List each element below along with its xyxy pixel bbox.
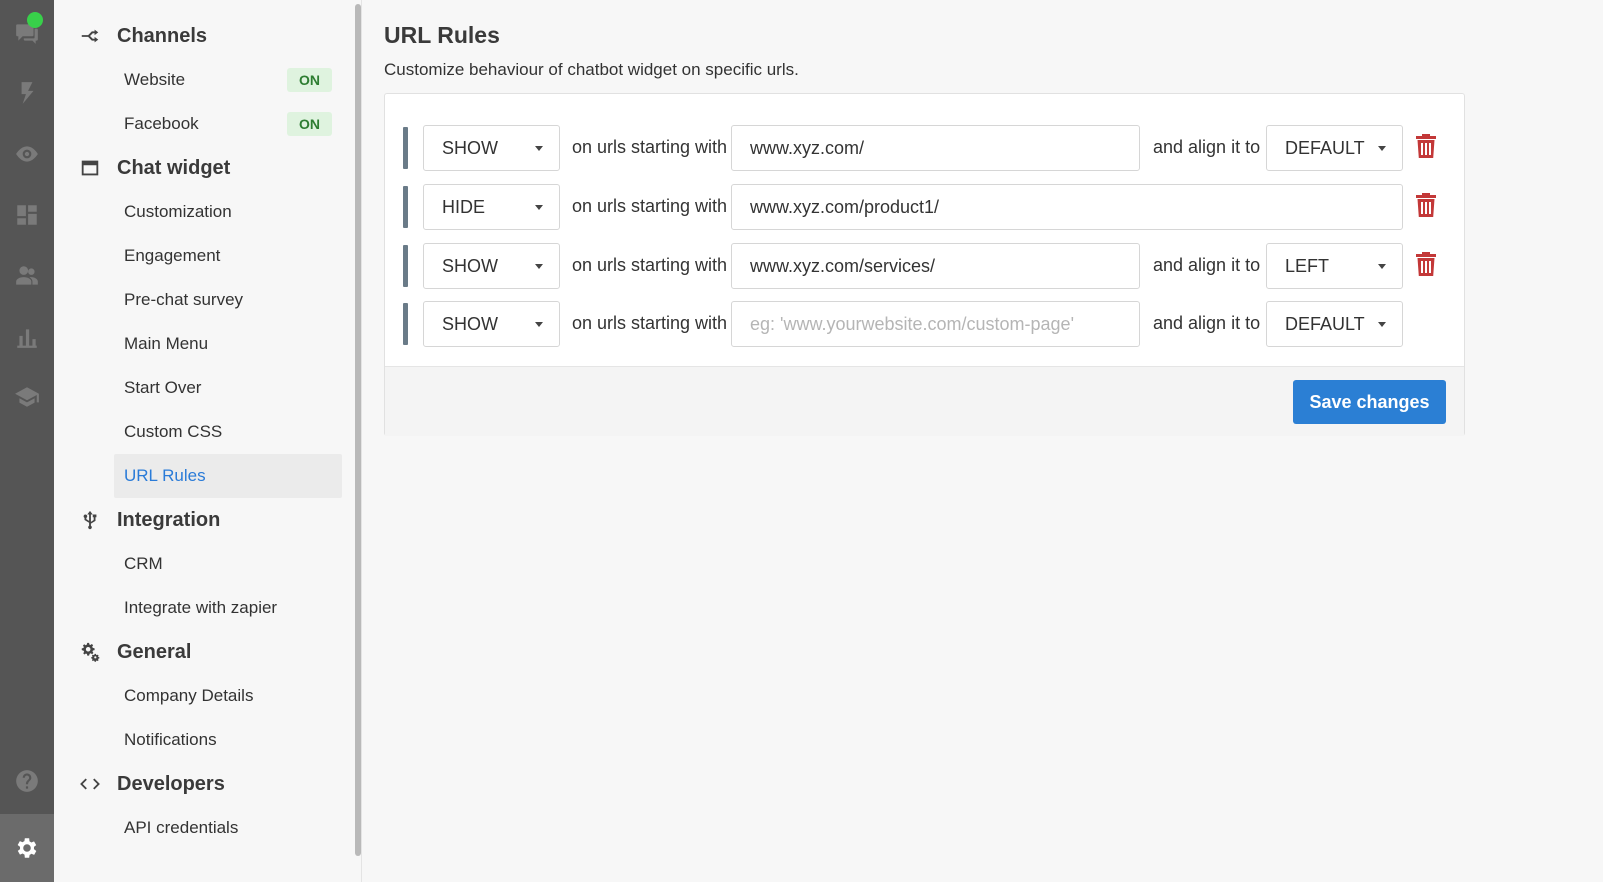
section-title: Channels xyxy=(117,24,208,47)
eye-icon[interactable] xyxy=(0,127,54,181)
action-select[interactable]: SHOW xyxy=(423,243,560,289)
sidebar-item-notifications[interactable]: Notifications xyxy=(114,718,342,762)
dashboard-icon[interactable] xyxy=(0,188,54,242)
connector-label: on urls starting with xyxy=(572,255,728,275)
status-badge: ON xyxy=(287,112,332,136)
caret-down-icon xyxy=(1378,146,1386,151)
selected-value: HIDE xyxy=(442,197,486,217)
code-icon xyxy=(78,772,102,796)
settings-sidebar: Channels Website ON Facebook ON Chat wid… xyxy=(54,0,362,882)
url-input[interactable] xyxy=(731,243,1140,289)
sidebar-item-custom-css[interactable]: Custom CSS xyxy=(114,410,342,454)
people-icon[interactable] xyxy=(0,249,54,303)
url-rule-row: SHOW on urls starting with and align it … xyxy=(403,301,1443,347)
action-select[interactable]: SHOW xyxy=(423,125,560,171)
gear-icon[interactable] xyxy=(0,814,54,882)
main-content: URL Rules Customize behaviour of chatbot… xyxy=(362,0,1603,882)
selected-value: DEFAULT xyxy=(1285,314,1365,334)
drag-handle[interactable] xyxy=(403,303,408,345)
align-label: and align it to xyxy=(1153,255,1261,275)
sidebar-item-pre-chat-survey[interactable]: Pre-chat survey xyxy=(114,278,342,322)
selected-value: LEFT xyxy=(1285,256,1330,276)
url-rule-row: SHOW on urls starting with and align it … xyxy=(403,243,1443,289)
sidebar-item-crm[interactable]: CRM xyxy=(114,542,342,586)
align-label: and align it to xyxy=(1153,313,1261,333)
online-status-dot xyxy=(27,12,43,28)
align-select[interactable]: DEFAULT xyxy=(1266,301,1403,347)
action-select[interactable]: HIDE xyxy=(423,184,560,230)
section-title: General xyxy=(117,640,192,663)
usb-icon xyxy=(78,508,102,532)
action-select[interactable]: SHOW xyxy=(423,301,560,347)
sidebar-item-url-rules[interactable]: URL Rules xyxy=(114,454,342,498)
url-rules-card: SHOW on urls starting with and align it … xyxy=(384,93,1465,436)
align-select[interactable]: DEFAULT xyxy=(1266,125,1403,171)
section-title: Integration xyxy=(117,508,221,531)
sidebar-item-website[interactable]: Website ON xyxy=(114,58,342,102)
sidebar-item-customization[interactable]: Customization xyxy=(114,190,342,234)
page-title: URL Rules xyxy=(384,22,500,48)
sidebar-item-zapier[interactable]: Integrate with zapier xyxy=(114,586,342,630)
sidebar-item-start-over[interactable]: Start Over xyxy=(114,366,342,410)
bar-chart-icon[interactable] xyxy=(0,310,54,364)
app: Channels Website ON Facebook ON Chat wid… xyxy=(0,0,1603,882)
selected-value: SHOW xyxy=(442,256,498,276)
help-icon[interactable] xyxy=(0,754,54,808)
sidebar-item-main-menu[interactable]: Main Menu xyxy=(114,322,342,366)
sidebar-item-label: Website xyxy=(124,70,186,89)
caret-down-icon xyxy=(535,264,543,269)
connector-label: on urls starting with xyxy=(572,196,728,216)
status-badge: ON xyxy=(287,68,332,92)
caret-down-icon xyxy=(1378,322,1386,327)
sidebar-item-engagement[interactable]: Engagement xyxy=(114,234,342,278)
trash-icon[interactable] xyxy=(1416,193,1436,217)
caret-down-icon xyxy=(535,205,543,210)
gears-icon xyxy=(78,640,102,664)
sidebar-scrollbar[interactable] xyxy=(355,4,361,856)
save-changes-button[interactable]: Save changes xyxy=(1293,380,1446,424)
caret-down-icon xyxy=(1378,264,1386,269)
url-input[interactable] xyxy=(731,125,1140,171)
section-title: Chat widget xyxy=(117,156,231,179)
page-subtitle: Customize behaviour of chatbot widget on… xyxy=(384,60,799,79)
sidebar-item-api-credentials[interactable]: API credentials xyxy=(114,806,342,850)
selected-value: DEFAULT xyxy=(1285,138,1365,158)
url-rule-row: SHOW on urls starting with and align it … xyxy=(403,125,1443,171)
connector-label: on urls starting with xyxy=(572,313,728,333)
drag-handle[interactable] xyxy=(403,186,408,228)
caret-down-icon xyxy=(535,322,543,327)
drag-handle[interactable] xyxy=(403,127,408,169)
trash-icon[interactable] xyxy=(1416,252,1436,276)
share-icon xyxy=(78,24,102,48)
connector-label: on urls starting with xyxy=(572,137,728,157)
url-input[interactable] xyxy=(731,184,1403,230)
trash-icon[interactable] xyxy=(1416,134,1436,158)
caret-down-icon xyxy=(535,146,543,151)
graduation-cap-icon[interactable] xyxy=(0,370,54,424)
icon-rail xyxy=(0,0,54,882)
align-label: and align it to xyxy=(1153,137,1261,157)
sidebar-item-label: Facebook xyxy=(124,114,199,133)
drag-handle[interactable] xyxy=(403,245,408,287)
url-input[interactable] xyxy=(731,301,1140,347)
selected-value: SHOW xyxy=(442,314,498,334)
chat-icon[interactable] xyxy=(0,6,54,60)
url-rule-row: HIDE on urls starting with xyxy=(403,184,1443,230)
card-footer: Save changes xyxy=(385,366,1464,436)
sidebar-item-facebook[interactable]: Facebook ON xyxy=(114,102,342,146)
align-select[interactable]: LEFT xyxy=(1266,243,1403,289)
selected-value: SHOW xyxy=(442,138,498,158)
lightning-icon[interactable] xyxy=(0,66,54,120)
sidebar-item-company-details[interactable]: Company Details xyxy=(114,674,342,718)
section-title: Developers xyxy=(117,772,225,795)
window-icon xyxy=(78,156,102,180)
